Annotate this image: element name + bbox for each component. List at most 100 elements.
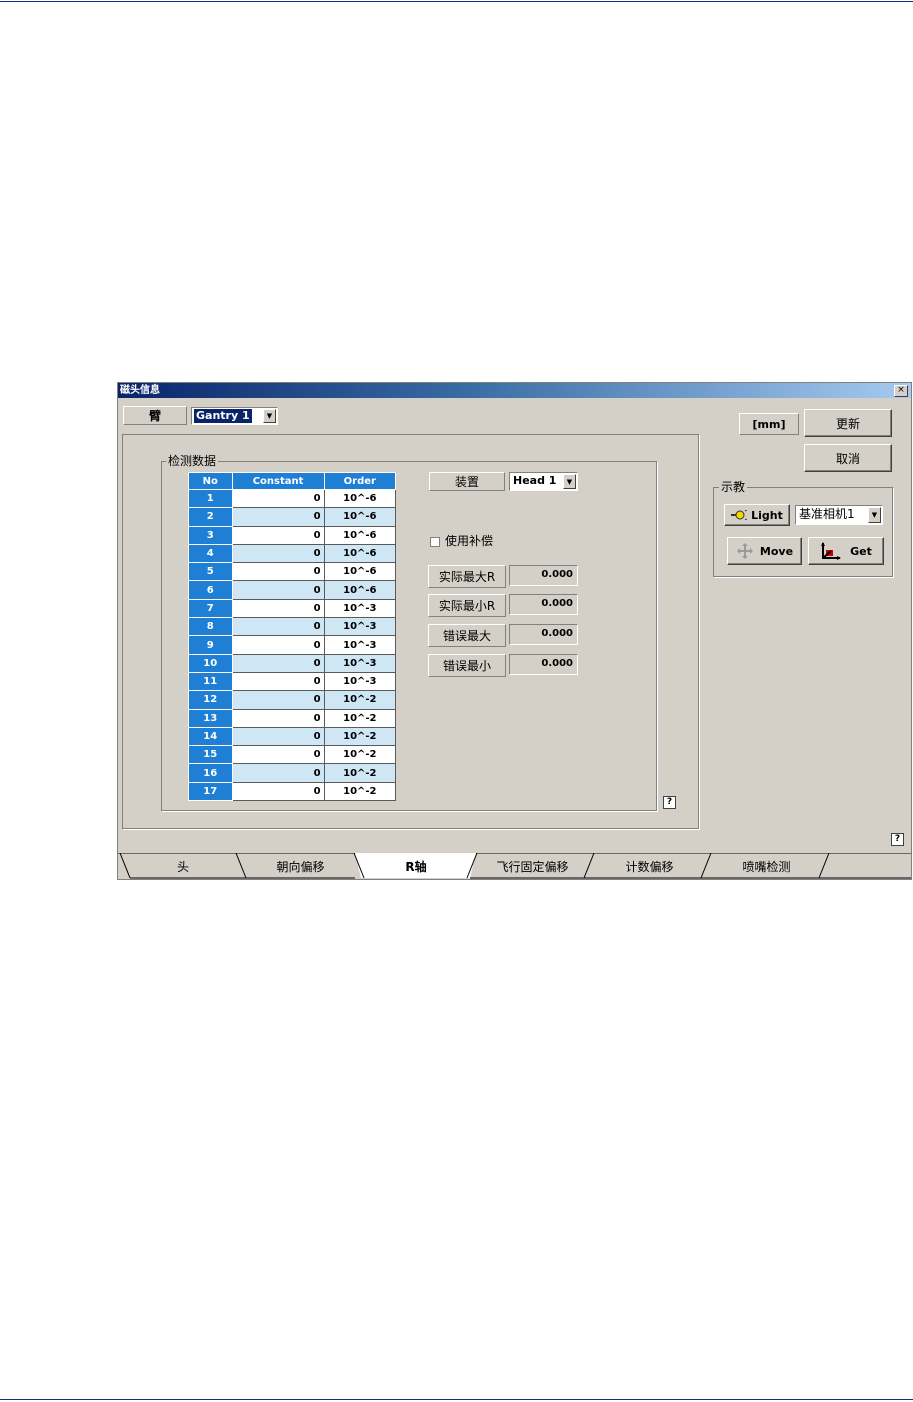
tab-count-offset[interactable]: 计数偏移 xyxy=(592,853,707,879)
table-row[interactable]: 1 0 10^-6 xyxy=(188,488,397,509)
tab-bar: 头 朝向偏移 R轴 飞行固定偏移 计数偏移 喷嘴检测 xyxy=(118,853,911,879)
error-max-value[interactable]: 0.000 xyxy=(509,624,578,645)
detection-group-title: 检测数据 xyxy=(166,454,219,468)
order-cell[interactable]: 10^-3 xyxy=(323,635,397,655)
table-row[interactable]: 15 0 10^-2 xyxy=(188,745,397,765)
order-cell[interactable]: 10^-3 xyxy=(323,598,397,619)
order-cell[interactable]: 10^-2 xyxy=(323,763,397,783)
tab-flight-fixed-offset[interactable]: 飞行固定偏移 xyxy=(475,853,590,879)
constant-cell[interactable]: 0 xyxy=(231,488,325,509)
arm-label: 臂 xyxy=(123,406,187,425)
constant-cell[interactable]: 0 xyxy=(231,543,325,564)
chevron-down-icon[interactable]: ▼ xyxy=(868,507,881,523)
order-cell[interactable]: 10^-2 xyxy=(323,690,397,710)
tab-nozzle-check[interactable]: 喷嘴检测 xyxy=(709,853,824,879)
order-cell[interactable]: 10^-2 xyxy=(323,745,397,765)
camera-select[interactable]: 基准相机1 ▼ xyxy=(795,505,883,525)
constant-cell[interactable]: 0 xyxy=(231,653,325,673)
order-cell[interactable]: 10^-3 xyxy=(323,617,397,637)
order-cell[interactable]: 10^-6 xyxy=(323,580,397,600)
actual-min-r-value[interactable]: 0.000 xyxy=(509,594,578,615)
arm-select[interactable]: Gantry 1 ▼ xyxy=(191,407,278,425)
constant-cell[interactable]: 0 xyxy=(231,671,325,692)
table-row[interactable]: 12 0 10^-2 xyxy=(188,690,397,710)
constant-cell[interactable]: 0 xyxy=(231,507,325,527)
constant-cell[interactable]: 0 xyxy=(231,690,325,710)
actual-max-r-value[interactable]: 0.000 xyxy=(509,565,578,586)
table-row[interactable]: 17 0 10^-2 xyxy=(188,781,397,802)
get-button[interactable]: Get xyxy=(808,537,884,565)
window-help-button[interactable]: ? xyxy=(891,833,904,846)
order-cell[interactable]: 10^-6 xyxy=(323,525,397,545)
camera-select-value: 基准相机1 xyxy=(799,507,855,521)
constant-cell[interactable]: 0 xyxy=(231,635,325,655)
device-select[interactable]: Head 1 ▼ xyxy=(509,472,578,491)
detection-help-button[interactable]: ? xyxy=(663,796,676,809)
light-button-label: Light xyxy=(751,508,783,522)
actual-max-r-label: 实际最大R xyxy=(428,565,506,588)
tab-orientation-offset[interactable]: 朝向偏移 xyxy=(243,853,358,879)
tab-head[interactable]: 头 xyxy=(128,853,238,879)
table-row[interactable]: 13 0 10^-2 xyxy=(188,708,397,728)
constant-cell[interactable]: 0 xyxy=(231,598,325,619)
row-number-cell: 3 xyxy=(188,525,233,545)
order-cell[interactable]: 10^-6 xyxy=(323,562,397,582)
page-top-rule xyxy=(0,1,913,2)
constant-cell[interactable]: 0 xyxy=(231,726,325,747)
error-max-label: 错误最大 xyxy=(428,624,506,647)
constant-cell[interactable]: 0 xyxy=(231,763,325,783)
constant-cell[interactable]: 0 xyxy=(231,708,325,728)
cancel-button[interactable]: 取消 xyxy=(804,444,892,472)
table-row[interactable]: 3 0 10^-6 xyxy=(188,525,397,545)
table-row[interactable]: 7 0 10^-3 xyxy=(188,598,397,619)
table-row[interactable]: 2 0 10^-6 xyxy=(188,507,397,527)
table-row[interactable]: 8 0 10^-3 xyxy=(188,617,397,637)
use-compensation-checkbox[interactable] xyxy=(430,537,440,547)
tab-r-axis[interactable]: R轴 xyxy=(361,853,471,879)
row-number-cell: 6 xyxy=(188,580,233,600)
order-cell[interactable]: 10^-2 xyxy=(323,708,397,728)
move-button[interactable]: Move xyxy=(727,537,802,565)
table-row[interactable]: 14 0 10^-2 xyxy=(188,726,397,747)
row-number-cell: 4 xyxy=(188,543,233,564)
order-cell[interactable]: 10^-3 xyxy=(323,653,397,673)
order-cell[interactable]: 10^-2 xyxy=(323,726,397,747)
row-number-cell: 2 xyxy=(188,507,233,527)
constant-cell[interactable]: 0 xyxy=(231,580,325,600)
constant-cell[interactable]: 0 xyxy=(231,781,325,802)
row-number-cell: 14 xyxy=(188,726,233,747)
row-number-cell: 15 xyxy=(188,745,233,765)
error-min-value[interactable]: 0.000 xyxy=(509,654,578,675)
get-axis-icon xyxy=(821,542,842,560)
update-button[interactable]: 更新 xyxy=(804,409,892,437)
row-number-cell: 12 xyxy=(188,690,233,710)
move-arrows-icon xyxy=(736,543,753,559)
chevron-down-icon[interactable]: ▼ xyxy=(263,409,276,423)
table-row[interactable]: 5 0 10^-6 xyxy=(188,562,397,582)
constant-cell[interactable]: 0 xyxy=(231,745,325,765)
table-row[interactable]: 6 0 10^-6 xyxy=(188,580,397,600)
order-cell[interactable]: 10^-3 xyxy=(323,671,397,692)
table-row[interactable]: 10 0 10^-3 xyxy=(188,653,397,673)
chevron-down-icon[interactable]: ▼ xyxy=(563,474,576,489)
close-button[interactable]: × xyxy=(894,385,908,397)
row-number-cell: 10 xyxy=(188,653,233,673)
detection-table[interactable]: No Constant Order 1 0 10^-6 2 0 10^-6 3 0 10^-6 4… xyxy=(188,472,397,802)
order-cell[interactable]: 10^-2 xyxy=(323,781,397,802)
light-button[interactable]: Light xyxy=(724,504,790,526)
table-row[interactable]: 16 0 10^-2 xyxy=(188,763,397,783)
constant-cell[interactable]: 0 xyxy=(231,562,325,582)
page-bottom-rule xyxy=(0,1399,913,1400)
table-row[interactable]: 9 0 10^-3 xyxy=(188,635,397,655)
table-row[interactable]: 4 0 10^-6 xyxy=(188,543,397,564)
row-number-cell: 9 xyxy=(188,635,233,655)
order-cell[interactable]: 10^-6 xyxy=(323,543,397,564)
constant-cell[interactable]: 0 xyxy=(231,525,325,545)
device-label: 装置 xyxy=(429,472,505,491)
constant-cell[interactable]: 0 xyxy=(231,617,325,637)
order-cell[interactable]: 10^-6 xyxy=(323,488,397,509)
order-cell[interactable]: 10^-6 xyxy=(323,507,397,527)
column-header-constant: Constant xyxy=(231,472,325,490)
table-row[interactable]: 11 0 10^-3 xyxy=(188,671,397,692)
arm-select-value: Gantry 1 xyxy=(194,409,252,423)
